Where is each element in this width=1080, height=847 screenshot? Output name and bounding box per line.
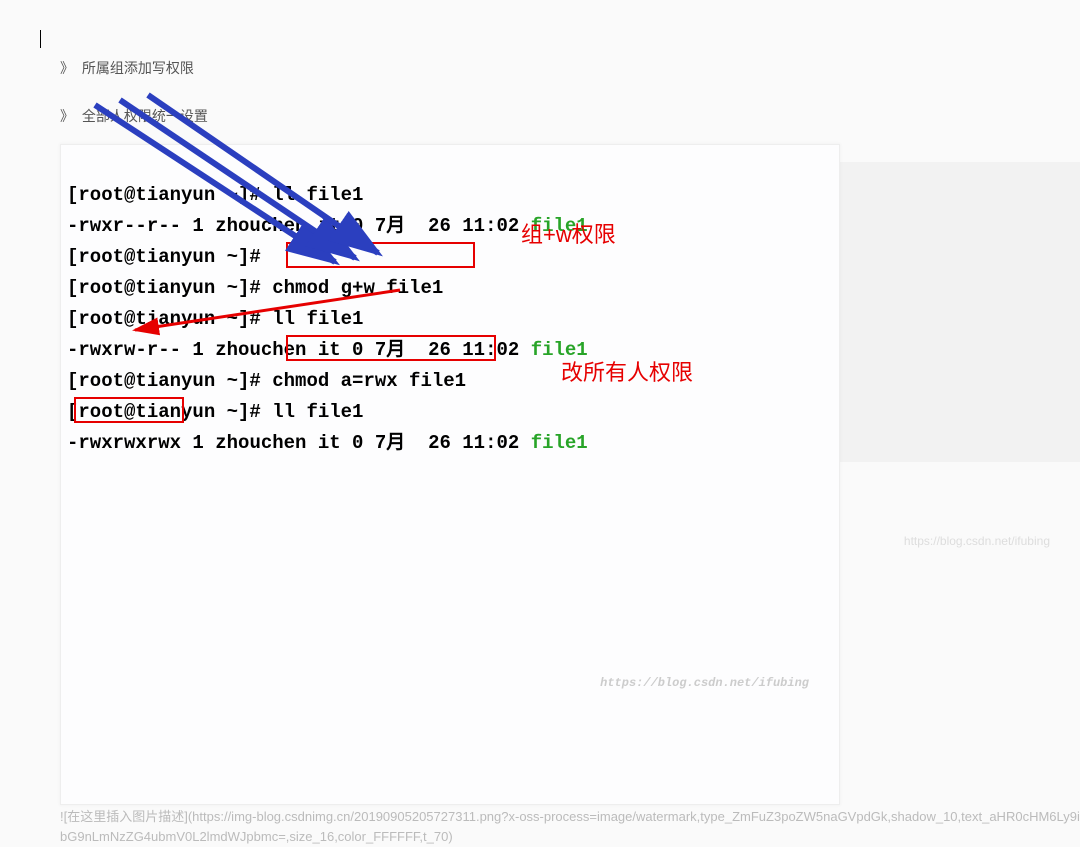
prompt: [root@tianyun ~]# — [67, 184, 272, 206]
highlight-box-chmod-gw — [286, 242, 475, 268]
image-caption-markdown: ![在这里插入图片描述](https://img-blog.csdnimg.cn… — [60, 807, 1080, 847]
command: ll file1 — [272, 308, 363, 330]
ls-rest: r-- 1 zhouchen it 0 7月 26 11:02 — [147, 339, 531, 361]
ls-output: -rwxr--r-- 1 zhouchen it 0 7月 26 11:02 — [67, 215, 531, 237]
bullet-text: 所属组添加写权限 — [82, 60, 194, 76]
prompt: [root@tianyun ~]# — [67, 401, 272, 423]
text-cursor — [40, 30, 41, 48]
command: ll file1 — [272, 184, 363, 206]
prompt: [root@tianyun ~]# — [67, 308, 272, 330]
bullet-text: 全部人权限统一设置 — [82, 108, 208, 124]
bullet-all-perms: 全部人权限统一设置 — [60, 106, 1050, 126]
filename: file1 — [531, 432, 588, 454]
ls-rest: 1 zhouchen it 0 7月 26 11:02 — [181, 432, 531, 454]
command-chmod-gw: chmod g+w file1 — [272, 277, 443, 299]
prompt: [root@tianyun ~]# — [67, 277, 272, 299]
annotation-all-perms: 改所有人权限 — [561, 357, 693, 388]
perm-string: rwxrw- — [78, 339, 146, 361]
command: ll file1 — [272, 401, 363, 423]
filename: file1 — [531, 215, 588, 237]
dash: - — [67, 432, 78, 454]
perm-string-all: rwxrwxrwx — [78, 432, 181, 454]
page-watermark: https://blog.csdn.net/ifubing — [904, 534, 1050, 548]
command-chmod-arwx: chmod a=rwx file1 — [272, 370, 466, 392]
prompt: [root@tianyun ~]# — [67, 370, 272, 392]
terminal-output: [root@tianyun ~]# ll file1 -rwxr--r-- 1 … — [60, 144, 840, 805]
dash: - — [67, 339, 78, 361]
filename: file1 — [531, 339, 588, 361]
bullet-group-write: 所属组添加写权限 — [60, 58, 1050, 78]
watermark-text: https://blog.csdn.net/ifubing — [600, 668, 809, 699]
prompt: [root@tianyun ~]# — [67, 246, 261, 268]
